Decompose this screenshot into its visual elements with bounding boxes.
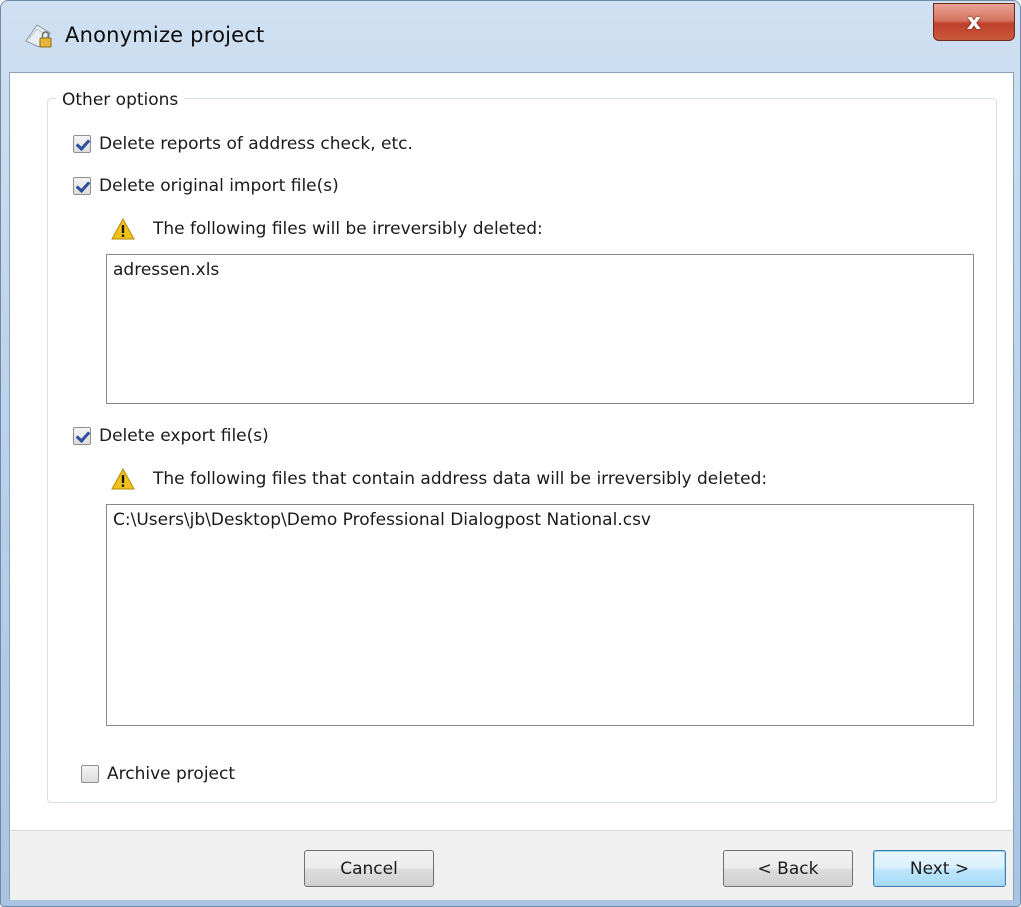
warning-icon xyxy=(111,468,135,490)
import-files-list[interactable]: adressen.xls xyxy=(106,254,974,404)
warning-icon xyxy=(111,218,135,240)
close-button[interactable]: x xyxy=(933,3,1015,41)
close-icon: x xyxy=(966,9,982,35)
delete-reports-option[interactable]: Delete reports of address check, etc. xyxy=(73,134,413,154)
cancel-button[interactable]: Cancel xyxy=(304,850,434,887)
archive-project-label: Archive project xyxy=(107,764,236,784)
delete-export-checkbox[interactable] xyxy=(73,427,91,445)
next-button[interactable]: Next > xyxy=(873,850,1006,887)
export-files-list[interactable]: C:\Users\jb\Desktop\Demo Professional Di… xyxy=(106,504,974,726)
delete-import-option[interactable]: Delete original import file(s) xyxy=(73,176,339,196)
group-label: Other options xyxy=(56,90,185,110)
title-bar: Anonymize project xyxy=(9,1,1012,71)
delete-export-option[interactable]: Delete export file(s) xyxy=(73,426,269,446)
dialog-window: Anonymize project x Other options Delete… xyxy=(0,0,1021,907)
back-button[interactable]: < Back xyxy=(723,850,853,887)
archive-project-checkbox[interactable] xyxy=(81,765,99,783)
list-item: adressen.xls xyxy=(113,260,220,280)
import-warning-text: The following files will be irreversibly… xyxy=(153,219,543,239)
list-item: C:\Users\jb\Desktop\Demo Professional Di… xyxy=(113,510,651,530)
button-bar: Cancel < Back Next > xyxy=(10,830,1013,900)
import-warning: The following files will be irreversibly… xyxy=(111,218,543,240)
archive-project-option[interactable]: Archive project xyxy=(81,764,235,784)
delete-reports-label: Delete reports of address check, etc. xyxy=(99,134,413,154)
anonymize-app-icon xyxy=(25,24,52,48)
window-title: Anonymize project xyxy=(65,23,265,47)
delete-import-checkbox[interactable] xyxy=(73,177,91,195)
export-warning: The following files that contain address… xyxy=(111,468,767,490)
dialog-content: Other options Delete reports of address … xyxy=(9,72,1014,900)
delete-reports-checkbox[interactable] xyxy=(73,135,91,153)
export-warning-text: The following files that contain address… xyxy=(153,469,768,489)
delete-export-label: Delete export file(s) xyxy=(99,426,269,446)
delete-import-label: Delete original import file(s) xyxy=(99,176,339,196)
